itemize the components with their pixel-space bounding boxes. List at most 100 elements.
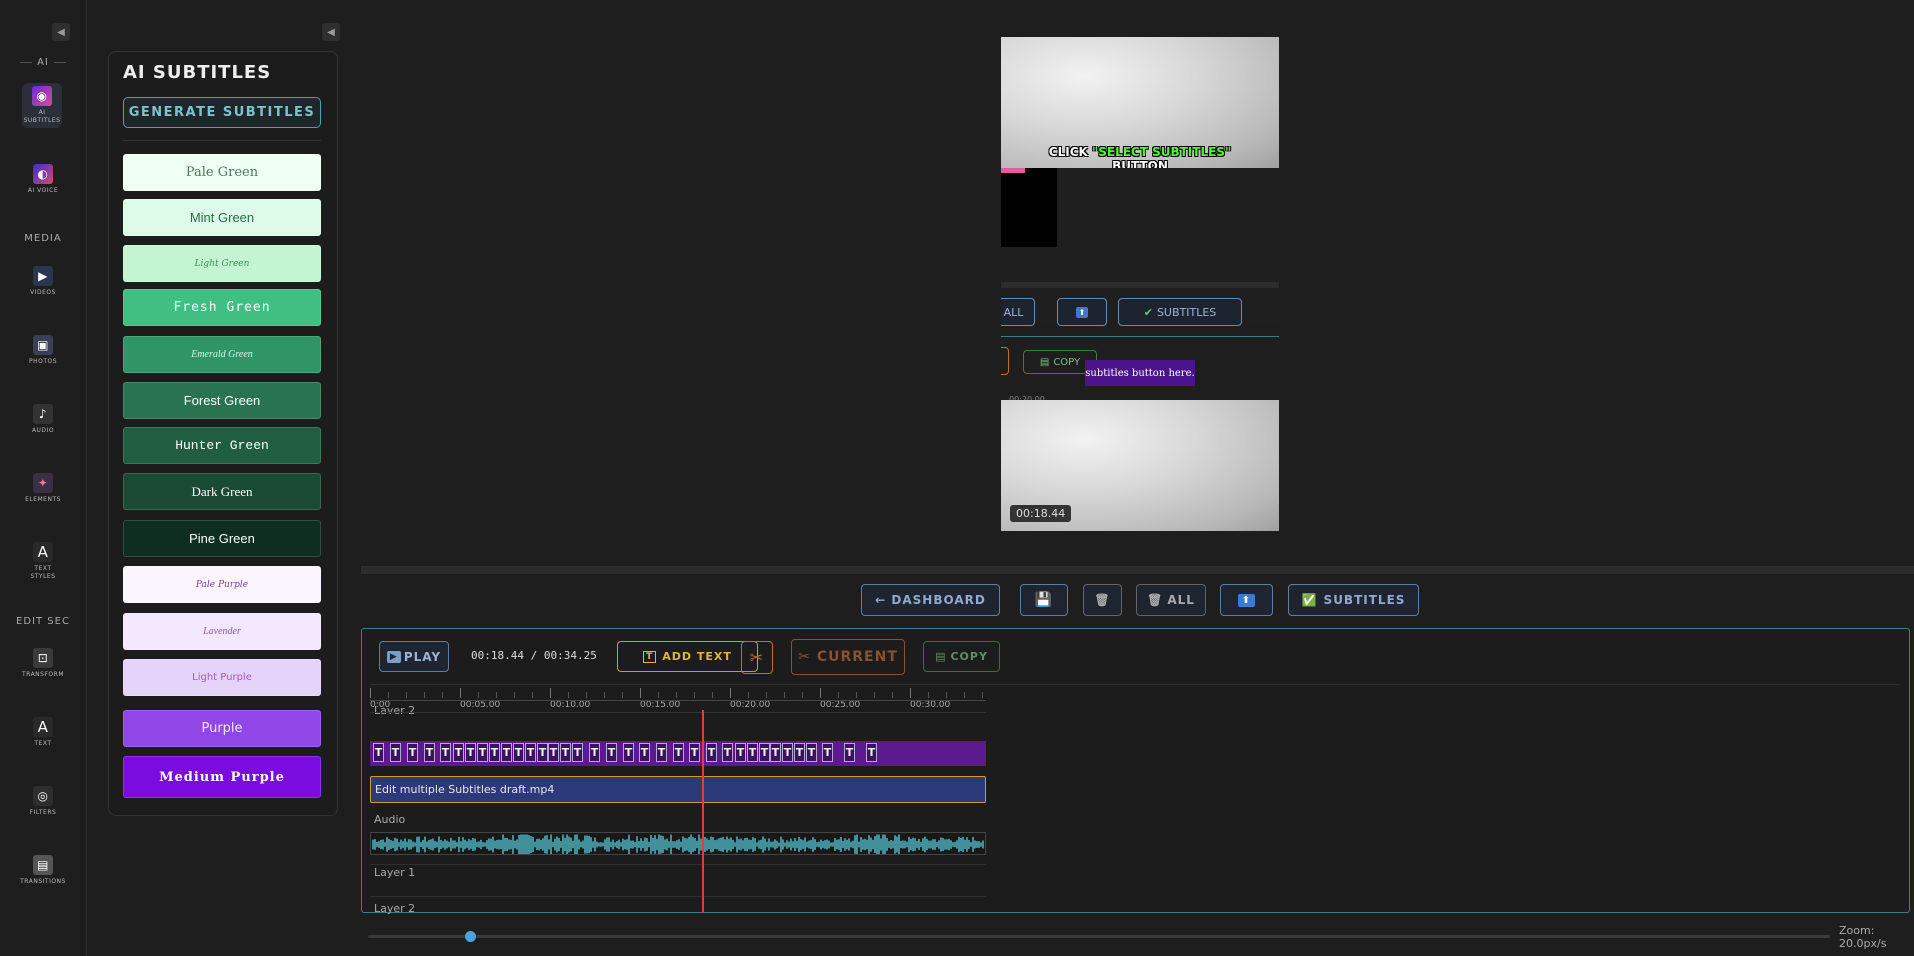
collapse-panel-button[interactable]: ◀	[322, 23, 340, 41]
rail-item-filters[interactable]: ◎ FILTERS	[0, 786, 86, 817]
text-clip[interactable]: T	[525, 743, 536, 762]
text-clip[interactable]: T	[424, 743, 435, 762]
text-clip[interactable]: T	[589, 743, 600, 762]
swatch-pale-purple[interactable]: Pale Purple	[123, 566, 321, 603]
text-clip[interactable]: T	[822, 743, 833, 762]
zoom-slider-handle[interactable]	[465, 931, 477, 942]
text-clip[interactable]: T	[759, 743, 770, 762]
video-clip[interactable]: Edit multiple Subtitles draft.mp4	[370, 776, 986, 803]
text-track[interactable]: TTTTTTTTTTTTTTTTTTTTTTTTTTTTTTTTTTT	[370, 741, 986, 766]
text-clip[interactable]: T	[866, 743, 877, 762]
text-clip[interactable]: T	[673, 743, 684, 762]
swatch-hunter-green[interactable]: Hunter Green	[123, 427, 321, 464]
tutorial-tooltip: subtitles button here.	[1085, 360, 1195, 386]
rail-item-elements[interactable]: ✦ ELEMENTS	[0, 473, 86, 504]
ruler-minor-tick	[982, 692, 983, 698]
swatch-forest-green[interactable]: Forest Green	[123, 382, 321, 419]
upload-button[interactable]: ⬆	[1220, 584, 1273, 616]
text-clip[interactable]: T	[722, 743, 733, 762]
ruler-minor-tick	[568, 692, 569, 698]
ruler-minor-tick	[442, 692, 443, 698]
swatch-medium-purple[interactable]: Medium Purple	[123, 756, 321, 798]
rail-item-transform[interactable]: ⊡ TRANSFORM	[0, 648, 86, 679]
copy-button[interactable]: ▤ COPY	[923, 641, 1000, 672]
text-clip[interactable]: T	[706, 743, 717, 762]
delete-button[interactable]: 🗑	[1083, 584, 1122, 616]
rail-item-text[interactable]: A TEXT	[0, 717, 86, 748]
text-clip[interactable]: T	[501, 743, 512, 762]
dashboard-button[interactable]: ← DASHBOARD	[861, 584, 1000, 616]
generate-subtitles-button[interactable]: GENERATE SUBTITLES	[123, 97, 321, 128]
text-clip[interactable]: T	[747, 743, 758, 762]
text-clip[interactable]: T	[623, 743, 634, 762]
ruler-minor-tick	[424, 692, 425, 698]
text-clip[interactable]: T	[656, 743, 667, 762]
zoom-slider[interactable]	[368, 935, 1830, 938]
swatch-light-green[interactable]: Light Green	[123, 245, 321, 282]
text-clip[interactable]: T	[513, 743, 524, 762]
resize-divider[interactable]	[361, 566, 1914, 574]
rail-item-photos[interactable]: ▣ PHOTOS	[0, 335, 86, 366]
ruler-minor-tick	[532, 692, 533, 698]
play-button[interactable]: ▶ PLAY	[379, 641, 449, 672]
rail-item-text-styles[interactable]: A TEXT STYLES	[0, 542, 86, 581]
timeline-panel	[361, 628, 1910, 913]
text-clip[interactable]: T	[477, 743, 488, 762]
ruler-tick-label: 00:15.00	[640, 688, 681, 710]
cut-current-button[interactable]: ✂ CURRENT	[791, 639, 905, 675]
transform-icon: ⊡	[33, 648, 53, 668]
text-clip[interactable]: T	[548, 743, 559, 762]
text-clip[interactable]: T	[489, 743, 500, 762]
delete-all-button[interactable]: 🗑 ALL	[1136, 584, 1206, 616]
swatch-emerald-green[interactable]: Emerald Green	[123, 336, 321, 373]
swatch-light-purple[interactable]: Light Purple	[123, 659, 321, 696]
text-clip[interactable]: T	[465, 743, 476, 762]
text-clip[interactable]: T	[794, 743, 805, 762]
rail-item-ai-voice[interactable]: ◐ AI VOICE	[0, 164, 86, 195]
text-clip[interactable]: T	[560, 743, 571, 762]
video-preview[interactable]: CLICK "SELECT SUBTITLES" BUTTON ALL ⬆ ✔ S…	[1001, 37, 1279, 531]
swatch-pale-green[interactable]: Pale Green	[123, 154, 321, 191]
panel-divider	[123, 140, 321, 141]
ai-voice-icon: ◐	[33, 164, 53, 184]
preview-inner-upload-button: ⬆	[1057, 298, 1107, 326]
rail-item-ai-subtitles[interactable]: ◉ AI SUBTITLES	[22, 83, 62, 128]
preview-inner-timeline-border	[1001, 336, 1279, 337]
text-clip[interactable]: T	[373, 743, 384, 762]
swatch-fresh-green[interactable]: Fresh Green	[123, 289, 321, 326]
upload-icon: ⬆	[1075, 306, 1089, 318]
swatch-lavender[interactable]: Lavender	[123, 613, 321, 650]
playhead[interactable]	[702, 710, 704, 913]
text-clip[interactable]: T	[390, 743, 401, 762]
ruler-minor-tick	[388, 692, 389, 698]
text-clip[interactable]: T	[806, 743, 817, 762]
collapse-rail-button[interactable]: ◀	[52, 23, 70, 41]
text-clip[interactable]: T	[639, 743, 650, 762]
text-clip[interactable]: T	[407, 743, 418, 762]
text-clip[interactable]: T	[537, 743, 548, 762]
audio-waveform[interactable]	[370, 832, 986, 855]
add-text-button[interactable]: T ADD TEXT	[617, 641, 758, 672]
rail-section-ai: AI	[0, 57, 86, 68]
text-clip[interactable]: T	[735, 743, 746, 762]
text-clip[interactable]: T	[606, 743, 617, 762]
swatch-pine-green[interactable]: Pine Green	[123, 520, 321, 557]
swatch-mint-green[interactable]: Mint Green	[123, 199, 321, 236]
subtitles-button[interactable]: ✅ SUBTITLES	[1288, 584, 1419, 616]
text-clip[interactable]: T	[453, 743, 464, 762]
swatch-purple[interactable]: Purple	[123, 710, 321, 747]
text-clip[interactable]: T	[782, 743, 793, 762]
trash-all-icon: 🗑	[1147, 593, 1164, 607]
text-clip[interactable]: T	[572, 743, 583, 762]
rail-item-transitions[interactable]: ▤ TRANSITIONS	[0, 855, 86, 886]
ruler-minor-tick	[694, 692, 695, 698]
text-clip[interactable]: T	[440, 743, 451, 762]
rail-item-videos[interactable]: ▶ VIDEOS	[0, 266, 86, 297]
text-clip[interactable]: T	[844, 743, 855, 762]
split-button[interactable]: ✂	[741, 641, 773, 674]
save-button[interactable]: 💾	[1020, 584, 1068, 616]
swatch-dark-green[interactable]: Dark Green	[123, 473, 321, 510]
rail-item-audio[interactable]: ♪ AUDIO	[0, 404, 86, 435]
text-clip[interactable]: T	[770, 743, 781, 762]
text-clip[interactable]: T	[689, 743, 700, 762]
